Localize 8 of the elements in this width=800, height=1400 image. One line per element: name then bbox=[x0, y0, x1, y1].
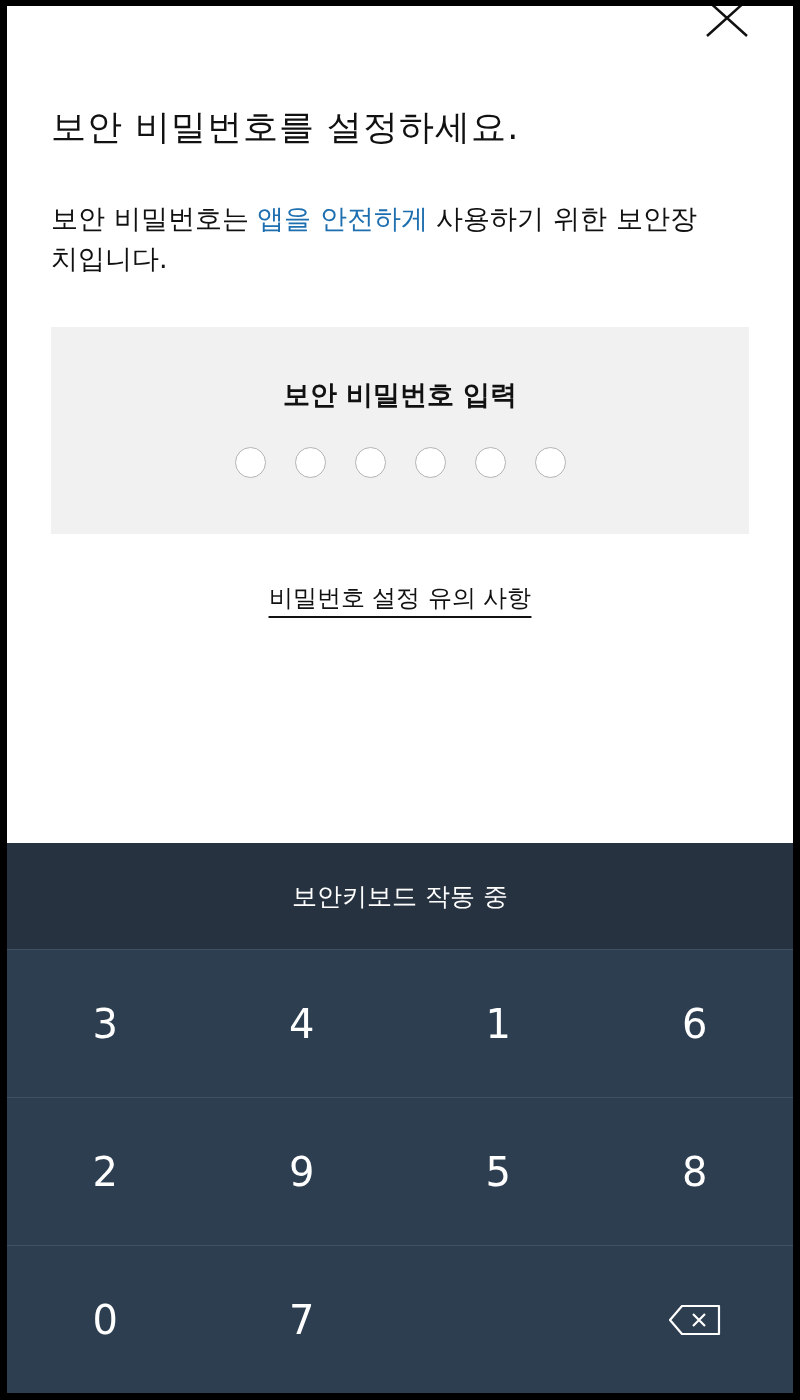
close-button[interactable] bbox=[705, 6, 749, 38]
banner-text: 보안키보드 작동 중 bbox=[292, 880, 508, 913]
notice-link[interactable]: 비밀번호 설정 유의 사항 bbox=[268, 582, 532, 614]
backspace-icon bbox=[667, 1303, 722, 1336]
description-text: 보안 비밀번호는 앱을 안전하게 사용하기 위한 보안장치입니다. bbox=[51, 202, 698, 276]
pin-label: 보안 비밀번호 입력 bbox=[282, 378, 518, 412]
page-title: 보안 비밀번호를 설정하세요. bbox=[51, 106, 521, 149]
close-icon bbox=[705, 6, 749, 38]
